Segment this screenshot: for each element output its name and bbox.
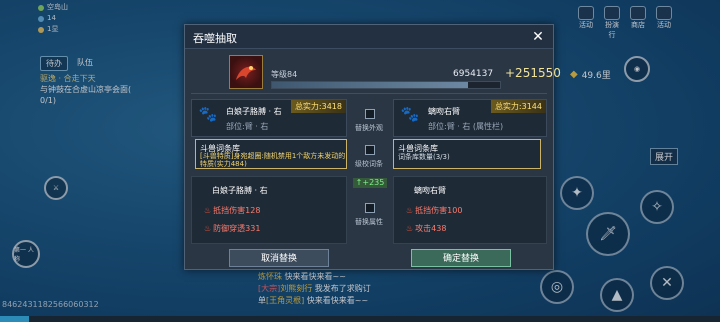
right-stats-box: 螭吻右臂 ♨ 抵挡伤害100 ♨ 攻击438	[393, 176, 547, 244]
stat-row: ♨ 抵挡伤害100	[406, 205, 462, 216]
left-item-power: 总实力:3418	[290, 100, 346, 113]
stat-row: ♨ 防御穿透331	[204, 223, 260, 234]
level-label: 等级84	[271, 70, 298, 79]
stat-text: 抵挡伤害100	[415, 206, 463, 215]
dragon-icon	[236, 66, 256, 80]
power-fill	[272, 82, 469, 88]
right-item-part: 部位:臂 · 右 (属性栏)	[428, 122, 504, 131]
right-item-card[interactable]: 🐾 螭吻右臂 部位:臂 · 右 (属性栏) 总实力:3144	[393, 99, 547, 137]
right-item-power: 总实力:3144	[490, 100, 546, 113]
fire-icon: ♨	[204, 224, 212, 233]
left-item-part: 部位:臂 · 右	[226, 122, 269, 131]
arm-icon: 🐾	[198, 105, 218, 123]
right-affix-desc: 词条库数量(3/3)	[398, 153, 450, 161]
total-power: 6954137	[453, 69, 494, 79]
power-bar	[271, 81, 501, 89]
close-icon[interactable]: ✕	[530, 29, 546, 45]
right-affix-box[interactable]: 斗兽词条库 词条库数量(3/3)	[393, 139, 541, 169]
swap-appearance-label: 替换外观	[355, 124, 383, 132]
stat-text: 攻击438	[415, 224, 447, 233]
swap-appearance-checkbox[interactable]	[365, 109, 375, 119]
left-affix-box[interactable]: 斗兽词条库 [斗兽特质]身宛超圈:随机禁用1个敌方未发动的特质(实力484)	[195, 139, 347, 169]
left-item-card[interactable]: 🐾 白娘子胳膊 · 右 部位:臂 · 右 总实力:3418	[191, 99, 347, 137]
hero-portrait	[229, 55, 263, 89]
level-check-checkbox[interactable]	[365, 145, 375, 155]
left-stats-header: 白娘子胳膊 · 右	[212, 186, 268, 195]
right-stats-header: 螭吻右臂	[414, 186, 446, 195]
left-affix-desc: [斗兽特质]身宛超圈:随机禁用1个敌方未发动的特质(实力484)	[200, 152, 346, 168]
fire-icon: ♨	[406, 224, 414, 233]
confirm-replace-button[interactable]: 确定替换	[411, 249, 511, 267]
left-stats-box: 白娘子胳膊 · 右 ♨ 抵挡伤害128 ♨ 防御穿透331	[191, 176, 347, 244]
divider	[191, 93, 547, 94]
stat-text: 抵挡伤害128	[213, 206, 261, 215]
swap-attr-label: 替换属性	[355, 218, 383, 226]
cancel-replace-button[interactable]: 取消替换	[229, 249, 329, 267]
level-check-label: 级校词条	[355, 160, 383, 168]
right-item-name: 螭吻右臂	[428, 107, 460, 116]
fire-icon: ♨	[204, 206, 212, 215]
stat-text: 防御穿透331	[213, 224, 261, 233]
swap-attr-checkbox[interactable]	[365, 203, 375, 213]
stat-row: ♨ 攻击438	[406, 223, 446, 234]
left-item-name: 白娘子胳膊 · 右	[226, 107, 282, 116]
power-gain: +251550	[505, 66, 561, 80]
devour-extract-dialog: 吞噬抽取 ✕ 等级84 6954137 +251550 🐾 白娘子胳膊 · 右 …	[184, 24, 561, 270]
stat-row: ♨ 抵挡伤害128	[204, 205, 260, 216]
fire-icon: ♨	[406, 206, 414, 215]
arm-icon: 🐾	[400, 105, 420, 123]
stat-gain-badge: ↑+235	[353, 178, 387, 188]
dialog-title: 吞噬抽取	[185, 25, 553, 49]
